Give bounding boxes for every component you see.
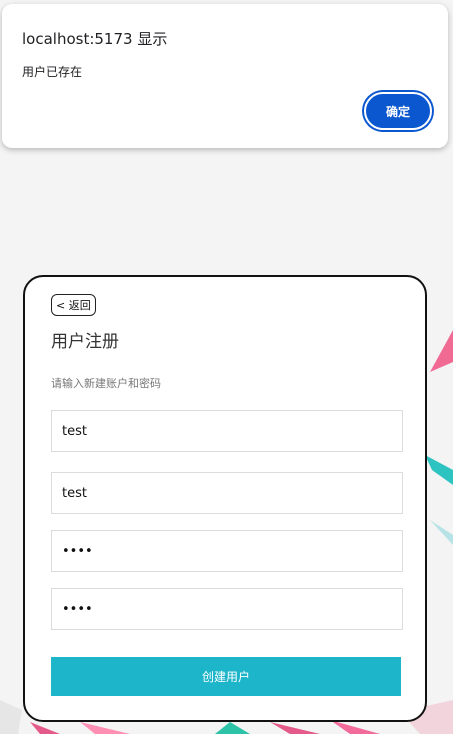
alert-ok-button[interactable]: 确定 — [364, 92, 432, 130]
confirm-password-input[interactable] — [51, 588, 403, 630]
password-input[interactable] — [51, 530, 403, 572]
alert-title: localhost:5173 显示 — [22, 30, 168, 48]
register-title: 用户注册 — [51, 332, 119, 352]
register-subtitle: 请输入新建账户和密码 — [51, 377, 161, 390]
username-input[interactable] — [51, 410, 403, 452]
back-button[interactable]: < 返回 — [51, 294, 96, 316]
register-card: < 返回 用户注册 请输入新建账户和密码 创建用户 — [23, 275, 427, 722]
page: localhost:5173 显示 用户已存在 确定 < 返回 用户注册 请输入… — [0, 0, 453, 734]
create-user-button[interactable]: 创建用户 — [51, 657, 401, 696]
alert-message: 用户已存在 — [22, 65, 83, 79]
alert-dialog: localhost:5173 显示 用户已存在 确定 — [2, 4, 448, 148]
account-input[interactable] — [51, 472, 403, 514]
